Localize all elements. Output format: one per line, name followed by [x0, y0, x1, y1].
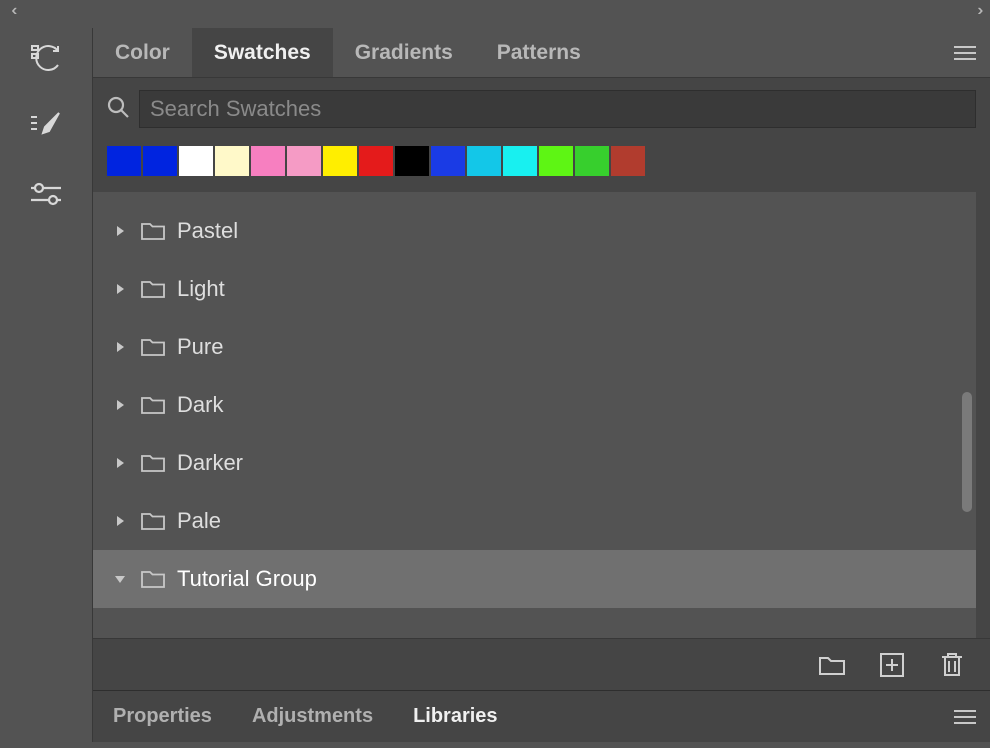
- brushes-panel-icon[interactable]: [26, 106, 66, 146]
- history-panel-icon[interactable]: [26, 38, 66, 78]
- folder-icon: [141, 453, 165, 473]
- chevron-right-icon[interactable]: [111, 340, 129, 354]
- group-label: Dark: [177, 392, 223, 418]
- dock-sidebar: [0, 28, 93, 742]
- group-label: Pastel: [177, 218, 238, 244]
- chevron-right-icon[interactable]: [111, 514, 129, 528]
- folder-icon: [141, 221, 165, 241]
- search-input[interactable]: [139, 90, 976, 128]
- chevron-right-icon[interactable]: [111, 456, 129, 470]
- swatch[interactable]: [251, 146, 285, 176]
- swatch-group[interactable]: Darker: [93, 434, 976, 492]
- tab-swatches[interactable]: Swatches: [192, 28, 333, 77]
- panel-menu-icon[interactable]: [940, 28, 990, 77]
- swatch-group[interactable]: Pastel: [93, 202, 976, 260]
- swatch[interactable]: [431, 146, 465, 176]
- folder-icon: [141, 337, 165, 357]
- swatch[interactable]: [215, 146, 249, 176]
- footer-menu-icon[interactable]: [940, 691, 990, 742]
- swatch[interactable]: [143, 146, 177, 176]
- swatch[interactable]: [323, 146, 357, 176]
- swatch-group[interactable]: Pure: [93, 318, 976, 376]
- group-label: Darker: [177, 450, 243, 476]
- delete-button[interactable]: [934, 647, 970, 683]
- swatch[interactable]: [467, 146, 501, 176]
- tab-adjustments[interactable]: Adjustments: [232, 691, 393, 742]
- panel-tabs: Color Swatches Gradients Patterns: [93, 28, 990, 78]
- folder-icon: [141, 511, 165, 531]
- chevron-right-icon[interactable]: [111, 282, 129, 296]
- tab-color[interactable]: Color: [93, 28, 192, 77]
- swatch-group[interactable]: Dark: [93, 376, 976, 434]
- group-label: Pale: [177, 508, 221, 534]
- tab-gradients[interactable]: Gradients: [333, 28, 475, 77]
- footer-tabs: Properties Adjustments Libraries: [93, 690, 990, 742]
- chevron-right-icon[interactable]: [111, 224, 129, 238]
- swatch[interactable]: [503, 146, 537, 176]
- recent-swatches-strip: [107, 140, 976, 182]
- swatch-group[interactable]: Pale: [93, 492, 976, 550]
- swatch[interactable]: [287, 146, 321, 176]
- panel-footer: [93, 638, 990, 690]
- folder-icon: [141, 395, 165, 415]
- chevron-right-icon[interactable]: [111, 398, 129, 412]
- search-icon: [107, 96, 129, 123]
- swatch-group[interactable]: Tutorial Group: [93, 550, 976, 608]
- new-swatch-button[interactable]: [874, 647, 910, 683]
- group-label: Pure: [177, 334, 223, 360]
- swatch[interactable]: [359, 146, 393, 176]
- group-label: Tutorial Group: [177, 566, 317, 592]
- swatch[interactable]: [539, 146, 573, 176]
- folder-icon: [141, 569, 165, 589]
- scrollbar-thumb[interactable]: [962, 392, 972, 512]
- tab-patterns[interactable]: Patterns: [475, 28, 603, 77]
- swatch[interactable]: [611, 146, 645, 176]
- adjustments-panel-icon[interactable]: [26, 174, 66, 214]
- tab-properties[interactable]: Properties: [93, 691, 232, 742]
- tab-libraries[interactable]: Libraries: [393, 691, 517, 742]
- group-label: Light: [177, 276, 225, 302]
- chevron-down-icon[interactable]: [111, 572, 129, 586]
- swatch[interactable]: [575, 146, 609, 176]
- swatch[interactable]: [395, 146, 429, 176]
- new-group-button[interactable]: [814, 647, 850, 683]
- swatch[interactable]: [107, 146, 141, 176]
- folder-icon: [141, 279, 165, 299]
- swatch-groups-list: Pastel Light Pure Dark Darker Pale Tutorial Gr…: [93, 192, 976, 638]
- swatch[interactable]: [179, 146, 213, 176]
- swatch-group[interactable]: Light: [93, 260, 976, 318]
